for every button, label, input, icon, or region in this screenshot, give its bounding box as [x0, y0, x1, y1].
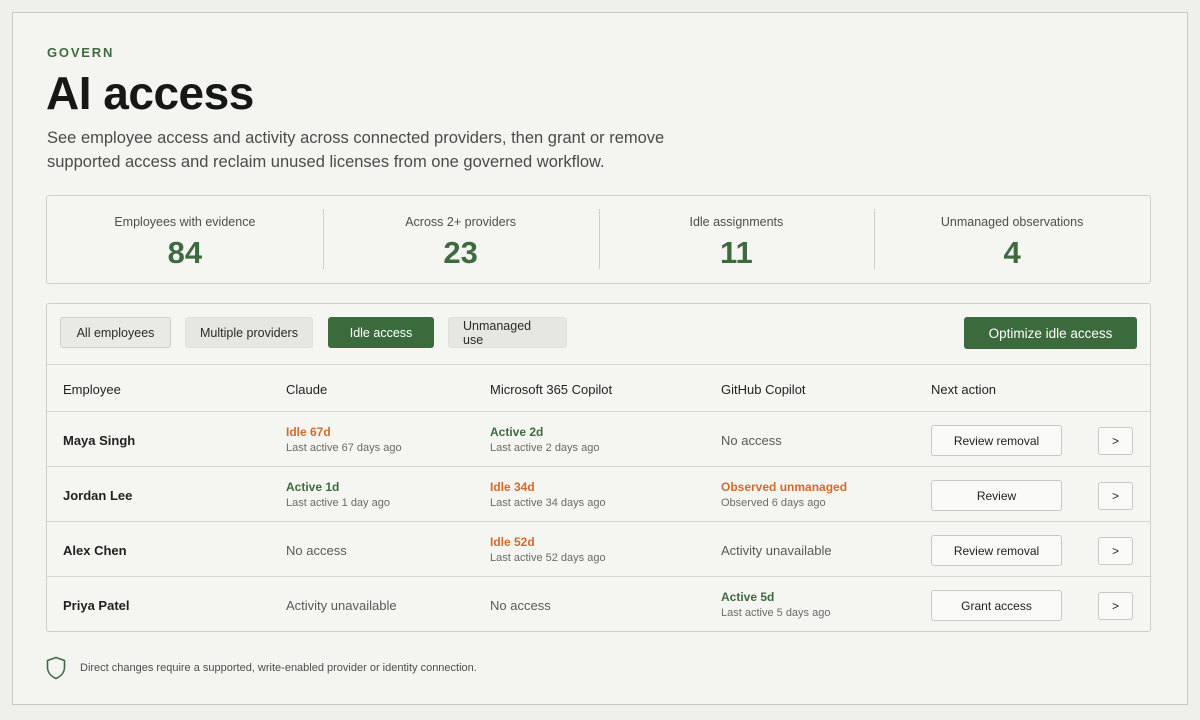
status-detail: Last active 5 days ago — [721, 607, 831, 619]
row-details-button[interactable]: > — [1098, 482, 1133, 510]
table-row: Alex Chen No access Idle 52d Last active… — [47, 523, 1150, 577]
stats-summary: Employees with evidence 84 Across 2+ pro… — [46, 195, 1151, 284]
row-details-button[interactable]: > — [1098, 592, 1133, 620]
review-removal-button[interactable]: Review removal — [931, 535, 1062, 566]
stat-label: Unmanaged observations — [940, 215, 1084, 229]
status-text: No access — [721, 432, 782, 448]
employee-name: Maya Singh — [63, 432, 136, 448]
stat-label: Employees with evidence — [114, 215, 256, 229]
page-subtitle: See employee access and activity across … — [47, 129, 665, 171]
status-detail: Last active 1 day ago — [286, 497, 390, 509]
section-eyebrow: GOVERN — [47, 45, 115, 60]
table-row: Priya Patel Activity unavailable No acce… — [47, 578, 1150, 632]
employee-cell: Alex Chen — [63, 523, 127, 577]
github-cell: No access — [721, 413, 782, 467]
filter-idle-access[interactable]: Idle access — [328, 317, 434, 348]
employee-cell: Maya Singh — [63, 413, 135, 467]
stat-unmanaged-observations: Unmanaged observations 4 — [874, 196, 1150, 283]
status-text: Active 5d — [721, 590, 775, 604]
status-text: Activity unavailable — [286, 597, 397, 613]
status-detail: Last active 34 days ago — [490, 497, 606, 509]
github-cell: Observed unmanaged Observed 6 days ago — [721, 468, 847, 522]
employee-cell: Jordan Lee — [63, 468, 132, 522]
chevron-right-icon: > — [1111, 599, 1119, 613]
stat-value: 11 — [719, 235, 753, 270]
employee-name: Priya Patel — [63, 597, 130, 613]
stat-value: 4 — [1003, 235, 1021, 270]
stat-employees-with-evidence: Employees with evidence 84 — [47, 196, 323, 283]
status-detail: Last active 52 days ago — [490, 552, 606, 564]
status-text: Idle 34d — [490, 480, 535, 494]
review-button[interactable]: Review — [931, 480, 1062, 511]
column-header-m365-copilot: Microsoft 365 Copilot — [490, 382, 613, 397]
stat-label: Idle assignments — [689, 215, 784, 229]
claude-cell: No access — [286, 523, 347, 577]
table-row: Maya Singh Idle 67d Last active 67 days … — [47, 413, 1150, 467]
access-table-panel: All employees Multiple providers Idle ac… — [46, 303, 1151, 632]
status-text: Active 2d — [490, 425, 544, 439]
grant-access-button[interactable]: Grant access — [931, 590, 1062, 621]
stat-value: 84 — [167, 235, 203, 270]
stat-value: 23 — [443, 235, 478, 270]
status-text: No access — [286, 542, 347, 558]
row-details-button[interactable]: > — [1098, 427, 1133, 455]
employee-name: Alex Chen — [63, 542, 127, 558]
stat-multi-provider: Across 2+ providers 23 — [322, 196, 599, 283]
m365-cell: Idle 34d Last active 34 days ago — [490, 468, 606, 522]
chevron-right-icon: > — [1111, 489, 1119, 503]
filter-multiple-providers[interactable]: Multiple providers — [185, 317, 313, 348]
row-details-button[interactable]: > — [1098, 537, 1133, 565]
claude-cell: Activity unavailable — [286, 578, 397, 632]
column-header-claude: Claude — [286, 382, 328, 397]
stat-label: Across 2+ providers — [405, 215, 517, 229]
status-text: Active 1d — [286, 480, 340, 494]
optimize-idle-access-button[interactable]: Optimize idle access — [964, 317, 1137, 349]
page-title: AI access — [46, 67, 254, 119]
employee-name: Jordan Lee — [63, 487, 133, 503]
column-header-next-action: Next action — [931, 382, 997, 397]
status-detail: Last active 67 days ago — [286, 442, 402, 454]
status-text: Idle 52d — [490, 535, 535, 549]
m365-cell: No access — [490, 578, 551, 632]
filter-toolbar: All employees Multiple providers Idle ac… — [47, 304, 1150, 365]
footnote: Direct changes require a supported, writ… — [46, 656, 477, 680]
column-header-github-copilot: GitHub Copilot — [721, 382, 806, 397]
status-detail: Observed 6 days ago — [721, 497, 826, 509]
stat-idle-assignments: Idle assignments 11 — [598, 196, 875, 283]
table-row: Jordan Lee Active 1d Last active 1 day a… — [47, 468, 1150, 522]
status-text: Idle 67d — [286, 425, 331, 439]
filter-unmanaged-use[interactable]: Unmanaged use — [448, 317, 567, 348]
claude-cell: Idle 67d Last active 67 days ago — [286, 413, 402, 467]
claude-cell: Active 1d Last active 1 day ago — [286, 468, 390, 522]
status-text: Observed unmanaged — [721, 480, 848, 494]
shield-icon — [46, 656, 66, 680]
chevron-right-icon: > — [1111, 434, 1119, 448]
m365-cell: Active 2d Last active 2 days ago — [490, 413, 599, 467]
status-text: No access — [490, 597, 551, 613]
employee-cell: Priya Patel — [63, 578, 130, 632]
status-text: Activity unavailable — [721, 542, 832, 558]
filter-all-employees[interactable]: All employees — [60, 317, 171, 348]
github-cell: Activity unavailable — [721, 523, 832, 577]
column-header-employee: Employee — [63, 382, 121, 397]
footnote-text: Direct changes require a supported, writ… — [80, 662, 477, 674]
status-detail: Last active 2 days ago — [490, 442, 600, 454]
m365-cell: Idle 52d Last active 52 days ago — [490, 523, 606, 577]
github-cell: Active 5d Last active 5 days ago — [721, 578, 830, 632]
table-header: Employee Claude Microsoft 365 Copilot Gi… — [47, 366, 1150, 412]
chevron-right-icon: > — [1111, 544, 1119, 558]
review-removal-button[interactable]: Review removal — [931, 425, 1062, 456]
